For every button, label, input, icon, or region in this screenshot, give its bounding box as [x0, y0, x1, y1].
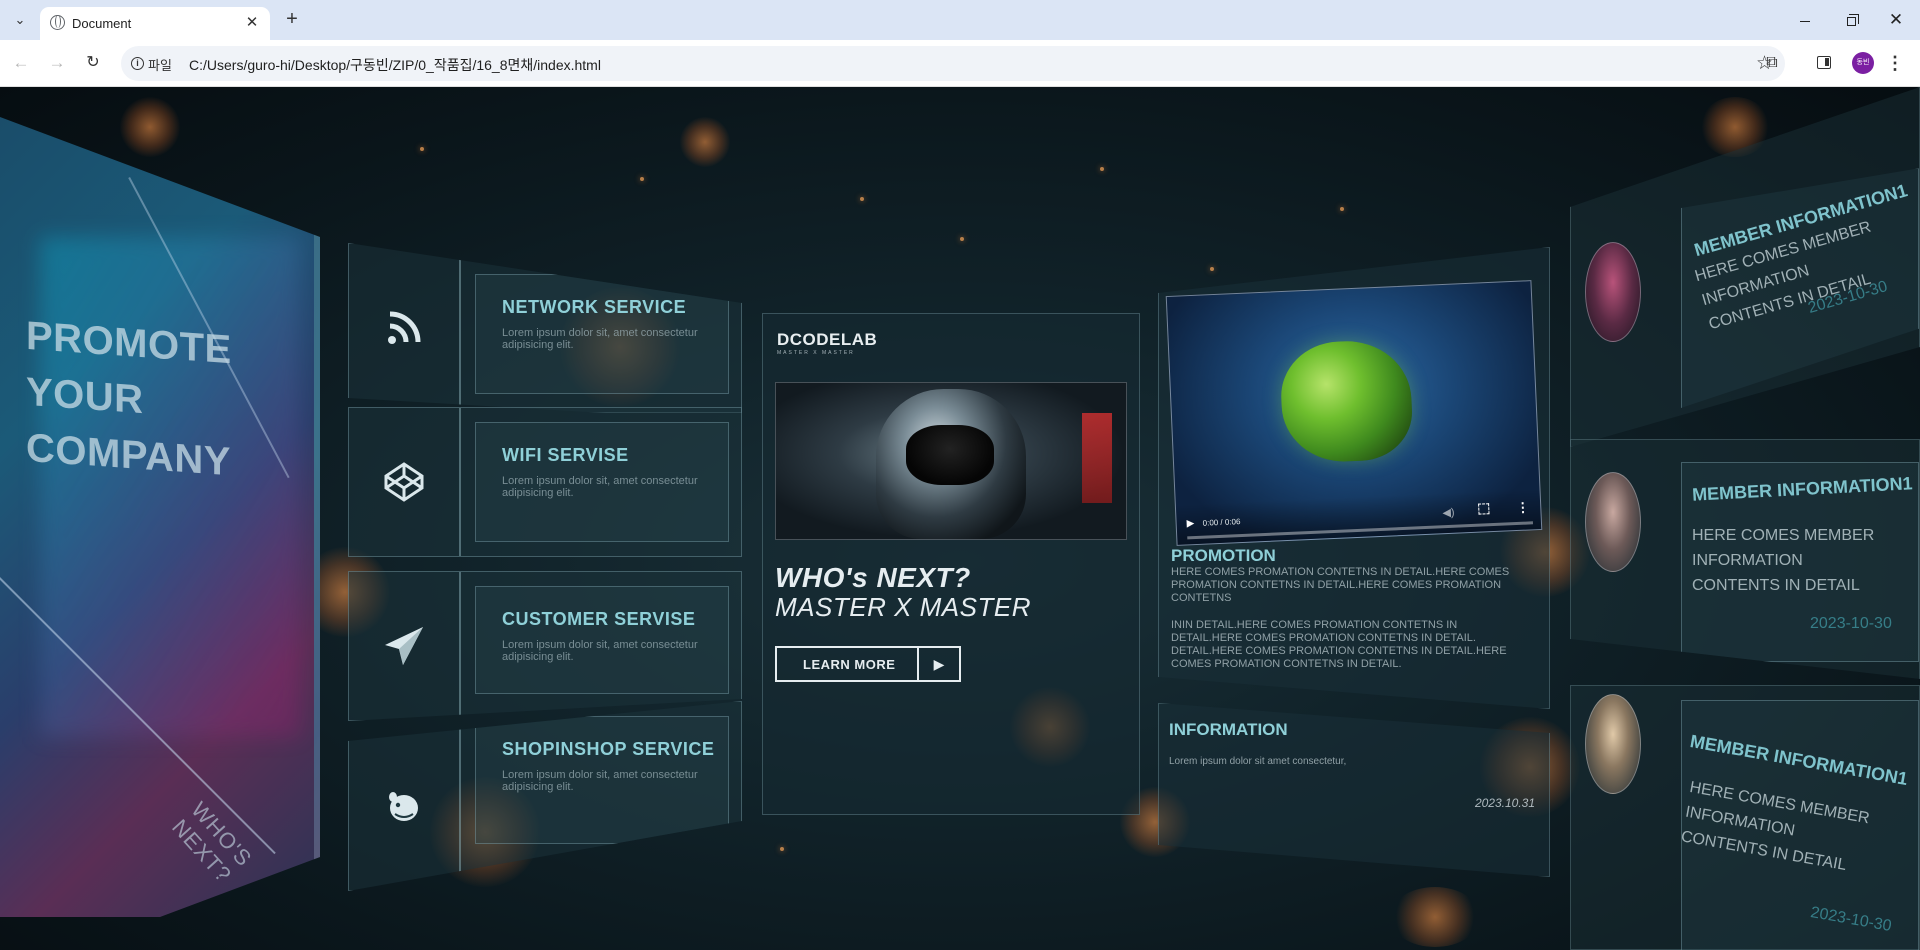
- service-card-wifi[interactable]: WIFI SERVISE Lorem ipsum dolor sit, amet…: [348, 407, 742, 557]
- rss-icon: [349, 244, 461, 412]
- spark-particle: [420, 147, 424, 151]
- information-card: INFORMATION Lorem ipsum dolor sit amet c…: [1158, 703, 1550, 877]
- url-text[interactable]: C:/Users/guro-hi/Desktop/구동빈/ZIP/0_작품집/1…: [189, 55, 601, 75]
- service-card-customer[interactable]: CUSTOMER SERVISE Lorem ipsum dolor sit, …: [348, 571, 742, 721]
- hero-card: DCODELAB MASTER X MASTER WHO's NEXT? MAS…: [762, 313, 1140, 815]
- member-avatar: [1585, 242, 1641, 342]
- promo-poster: PROMOTE YOUR COMPANY WHO'S NEXT?: [0, 117, 320, 917]
- side-panel-icon[interactable]: [1812, 51, 1836, 75]
- promotion-text: HERE COMES PROMATION CONTETNS IN DETAIL.…: [1171, 566, 1531, 671]
- service-content: NETWORK SERVICE Lorem ipsum dolor sit, a…: [475, 274, 729, 394]
- spark-particle: [1100, 167, 1104, 171]
- hero-headline: WHO's NEXT?: [775, 562, 971, 593]
- member-avatar: [1585, 472, 1641, 572]
- extensions-puzzle-icon[interactable]: ⧉: [1760, 51, 1784, 75]
- information-title: INFORMATION: [1169, 720, 1288, 739]
- minimize-button[interactable]: [1790, 8, 1820, 32]
- video-more-icon[interactable]: ⋮: [1516, 499, 1530, 516]
- member-text: HERE COMES MEMBER INFORMATION CONTENTS I…: [1679, 778, 1871, 875]
- tab-close-icon[interactable]: ✕: [242, 13, 262, 33]
- volume-icon[interactable]: ◀): [1442, 506, 1455, 520]
- service-title: CUSTOMER SERVISE: [502, 609, 696, 629]
- service-text: Lorem ipsum dolor sit, amet consectetur …: [502, 639, 698, 663]
- globe-icon: [50, 15, 65, 30]
- spark-particle: [780, 847, 784, 851]
- spark-particle: [860, 197, 864, 201]
- information-text: Lorem ipsum dolor sit amet consectetur,: [1169, 756, 1347, 767]
- browser-toolbar: ← → ↻ i 파일 C:/Users/guro-hi/Desktop/구동빈/…: [0, 40, 1920, 87]
- service-title: SHOPINSHOP SERVICE: [502, 739, 715, 759]
- promo-title: PROMOTE YOUR COMPANY: [26, 308, 286, 494]
- service-title: NETWORK SERVICE: [502, 297, 687, 317]
- learn-more-button[interactable]: LEARN MORE ▶: [775, 646, 961, 682]
- service-text: Lorem ipsum dolor sit, amet consectetur …: [502, 475, 698, 499]
- bokeh-light: [680, 117, 730, 167]
- service-card-shopinshop[interactable]: SHOPINSHOP SERVICE Lorem ipsum dolor sit…: [348, 701, 742, 891]
- member-content: MEMBER INFORMATION1 HERE COMES MEMBER IN…: [1679, 700, 1919, 950]
- fullscreen-icon[interactable]: [1478, 503, 1490, 515]
- window-close-button[interactable]: ✕: [1881, 8, 1911, 32]
- member-avatar: [1585, 694, 1641, 794]
- spark-particle: [640, 177, 644, 181]
- member-title: MEMBER INFORMATION1: [1691, 473, 1914, 505]
- paper-plane-icon: [349, 572, 461, 720]
- brand-logo[interactable]: DCODELAB: [777, 330, 877, 350]
- page-viewport: PROMOTE YOUR COMPANY WHO'S NEXT? NETWORK…: [0, 87, 1920, 950]
- address-bar[interactable]: i 파일 C:/Users/guro-hi/Desktop/구동빈/ZIP/0_…: [121, 46, 1785, 81]
- service-text: Lorem ipsum dolor sit, amet consectetur …: [502, 769, 698, 793]
- reload-button[interactable]: ↻: [81, 51, 105, 75]
- scheme-label: 파일: [148, 58, 172, 73]
- hero-image: [775, 382, 1127, 540]
- spark-particle: [960, 237, 964, 241]
- back-button[interactable]: ←: [9, 51, 33, 75]
- member-content: MEMBER INFORMATION1 HERE COMES MEMBER IN…: [1681, 462, 1919, 662]
- site-info-icon[interactable]: i: [131, 57, 144, 70]
- active-tab[interactable]: Document ✕: [40, 7, 270, 40]
- restore-button[interactable]: [1836, 8, 1866, 32]
- member-date: 2023-10-30: [1810, 615, 1892, 632]
- hero-subheadline: MASTER X MASTER: [775, 592, 1031, 622]
- service-card-network[interactable]: NETWORK SERVICE Lorem ipsum dolor sit, a…: [348, 243, 742, 413]
- video-time: 0:00 / 0:06: [1202, 517, 1241, 528]
- play-arrow-icon: ▶: [917, 648, 959, 680]
- promotion-paragraph: HERE COMES PROMATION CONTETNS IN DETAIL.…: [1171, 566, 1510, 604]
- spark-particle: [1210, 267, 1214, 271]
- promo-tagline: WHO'S NEXT?: [167, 797, 257, 888]
- promo-video[interactable]: ▶ 0:00 / 0:06 ◀) ⋮: [1165, 280, 1543, 546]
- service-content: SHOPINSHOP SERVICE Lorem ipsum dolor sit…: [475, 716, 729, 844]
- bokeh-light: [1390, 887, 1480, 947]
- member-text: HERE COMES MEMBER INFORMATION CONTENTS I…: [1692, 527, 1875, 594]
- video-play-icon[interactable]: ▶: [1186, 518, 1194, 529]
- member-content: MEMBER INFORMATION1 HERE COMES MEMBER IN…: [1681, 168, 1919, 408]
- bokeh-light: [120, 97, 180, 157]
- tab-title: Document: [72, 16, 132, 31]
- service-text: Lorem ipsum dolor sit, amet consectetur …: [502, 327, 698, 351]
- video-subject: [1278, 338, 1415, 465]
- profile-avatar[interactable]: 동빈: [1852, 52, 1874, 74]
- member-card[interactable]: MEMBER INFORMATION1 HERE COMES MEMBER IN…: [1570, 439, 1920, 679]
- brand-logo-sub: MASTER X MASTER: [777, 350, 855, 356]
- new-tab-button[interactable]: +: [280, 8, 304, 32]
- tab-strip: ⌄ Document ✕ + ✕: [0, 0, 1920, 40]
- promotion-paragraph: ININ DETAIL.HERE COMES PROMATION CONTETN…: [1171, 619, 1507, 670]
- member-date: 2023-10-30: [1809, 904, 1893, 935]
- forward-button[interactable]: →: [45, 51, 69, 75]
- spark-particle: [1340, 207, 1344, 211]
- promotion-card: ▶ 0:00 / 0:06 ◀) ⋮ PROMOTION HERE COMES …: [1158, 247, 1550, 709]
- codepen-icon: [349, 408, 461, 556]
- service-title: WIFI SERVISE: [502, 445, 629, 465]
- hero-visor: [906, 425, 994, 485]
- member-card[interactable]: MEMBER INFORMATION1 HERE COMES MEMBER IN…: [1570, 685, 1920, 950]
- learn-more-label: LEARN MORE: [803, 657, 896, 672]
- service-content: CUSTOMER SERVISE Lorem ipsum dolor sit, …: [475, 586, 729, 694]
- hero-accent: [1082, 413, 1112, 503]
- video-controls: ▶ 0:00 / 0:06 ◀) ⋮: [1175, 488, 1542, 545]
- service-content: WIFI SERVISE Lorem ipsum dolor sit, amet…: [475, 422, 729, 542]
- tab-search-chevron-icon[interactable]: ⌄: [8, 9, 32, 31]
- browser-menu-icon[interactable]: ⋮: [1883, 51, 1907, 75]
- promotion-title: PROMOTION: [1171, 546, 1276, 565]
- information-date: 2023.10.31: [1474, 796, 1535, 810]
- mailchimp-icon: [349, 702, 461, 890]
